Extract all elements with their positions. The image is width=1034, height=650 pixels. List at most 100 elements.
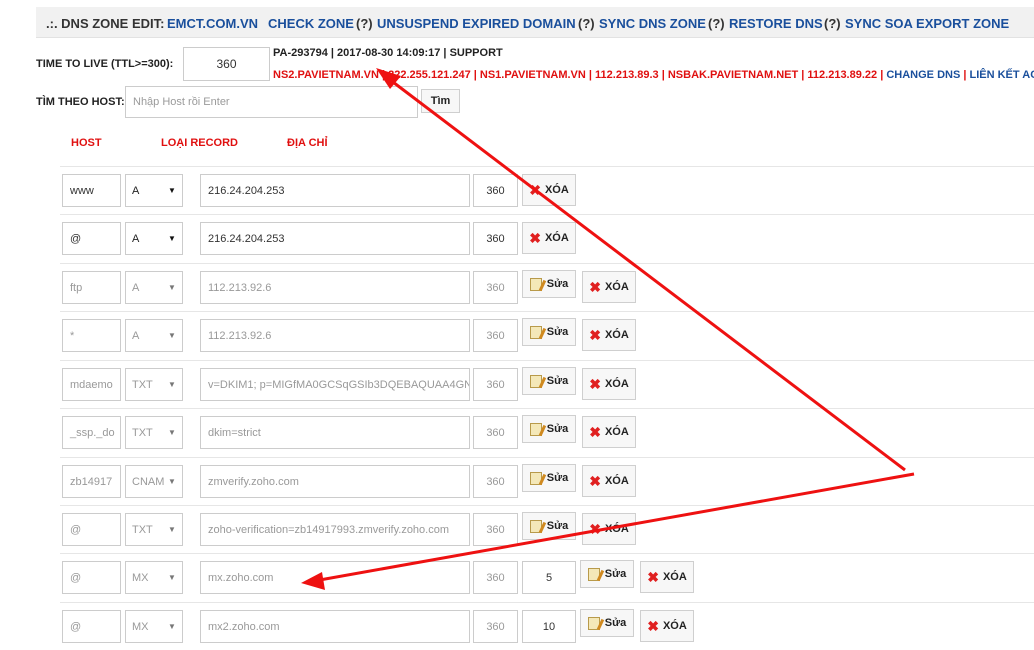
restore-dns-help[interactable]: (?)	[824, 16, 841, 31]
edit-button-label: Sửa	[547, 375, 568, 387]
record-host-input[interactable]: @	[62, 610, 121, 643]
record-ttl-input[interactable]: 360	[473, 610, 518, 643]
delete-record-button[interactable]: ✖ XÓA	[582, 368, 636, 400]
record-priority-input[interactable]: 5	[522, 561, 576, 594]
edit-record-button[interactable]: Sửa	[522, 464, 576, 492]
record-type-select[interactable]: TXT▼	[125, 368, 183, 401]
edit-record-button[interactable]: Sửa	[580, 609, 634, 637]
record-ttl-input[interactable]: 360	[473, 319, 518, 352]
edit-record-button[interactable]: Sửa	[522, 270, 576, 298]
record-priority-input[interactable]: 10	[522, 610, 576, 643]
close-x-icon: ✖	[589, 377, 601, 391]
record-host-input[interactable]: ftp	[62, 271, 121, 304]
record-address-input[interactable]: mx2.zoho.com	[200, 610, 470, 643]
record-type-value: MX	[132, 621, 168, 633]
dropdown-arrow-icon: ▼	[168, 380, 182, 389]
record-ttl-input[interactable]: 360	[473, 561, 518, 594]
link-account-link[interactable]: LIÊN KẾT ACC	[970, 69, 1034, 81]
record-host-input[interactable]: www	[62, 174, 121, 207]
search-button[interactable]: Tìm	[421, 89, 460, 113]
record-ttl-input[interactable]: 360	[473, 368, 518, 401]
sync-dns-zone-help[interactable]: (?)	[708, 16, 725, 31]
unsuspend-expired-domain-link[interactable]: UNSUSPEND EXPIRED DOMAIN	[377, 16, 576, 31]
record-address-input[interactable]: 112.213.92.6	[200, 319, 470, 352]
delete-button-label: XÓA	[545, 184, 569, 196]
record-address-input[interactable]: mx.zoho.com	[200, 561, 470, 594]
record-host-input[interactable]: _ssp._do	[62, 416, 121, 449]
column-header-record-type: LOẠI RECORD	[161, 137, 238, 149]
record-type-select[interactable]: A▼	[125, 319, 183, 352]
column-header-address: ĐỊA CHỈ	[287, 137, 328, 149]
sync-soa-export-zone-link[interactable]: SYNC SOA EXPORT ZONE	[845, 16, 1009, 31]
change-dns-link[interactable]: CHANGE DNS	[886, 69, 960, 81]
restore-dns-link[interactable]: RESTORE DNS	[729, 16, 823, 31]
record-address-input[interactable]: 112.213.92.6	[200, 271, 470, 304]
record-ttl-input[interactable]: 360	[473, 465, 518, 498]
domain-link[interactable]: EMCT.COM.VN	[167, 16, 258, 31]
delete-record-button[interactable]: ✖ XÓA	[522, 174, 576, 206]
edit-button-label: Sửa	[605, 617, 626, 629]
record-type-select[interactable]: CNAM▼	[125, 465, 183, 498]
dns-record-row: mdaemoTXT▼ v=DKIM1; p=MIGfMA0GCSqGSIb3DQE…	[60, 360, 1034, 408]
record-type-select[interactable]: TXT▼	[125, 513, 183, 546]
edit-record-button[interactable]: Sửa	[522, 367, 576, 395]
delete-record-button[interactable]: ✖XÓA	[582, 465, 636, 497]
record-address-input[interactable]: dkim=strict	[200, 416, 470, 449]
record-type-select[interactable]: TXT▼	[125, 416, 183, 449]
record-address-input[interactable]: zmverify.zoho.com	[200, 465, 470, 498]
delete-button-label: XÓA	[605, 378, 629, 390]
record-ttl-input[interactable]: 360	[473, 416, 518, 449]
record-address-input[interactable]: 216.24.204.253	[200, 222, 470, 255]
edit-record-button[interactable]: Sửa	[522, 512, 576, 540]
record-host-input[interactable]: @	[62, 222, 121, 255]
record-ttl-input[interactable]: 360	[473, 222, 518, 255]
record-host-input[interactable]: mdaemo	[62, 368, 121, 401]
record-type-value: A	[132, 185, 168, 197]
edit-note-icon	[530, 326, 542, 339]
delete-button-label: XÓA	[605, 281, 629, 293]
record-type-select[interactable]: MX▼	[125, 561, 183, 594]
ttl-input[interactable]: 360	[183, 47, 270, 81]
edit-record-button[interactable]: Sửa	[522, 318, 576, 346]
record-host-input[interactable]: @	[62, 513, 121, 546]
record-address-input[interactable]: zoho-verification=zb14917993.zmverify.zo…	[200, 513, 470, 546]
edit-record-button[interactable]: Sửa	[522, 415, 576, 443]
edit-record-button[interactable]: Sửa	[580, 560, 634, 588]
unsuspend-help[interactable]: (?)	[578, 16, 595, 31]
sync-dns-zone-link[interactable]: SYNC DNS ZONE	[599, 16, 706, 31]
record-host-input[interactable]: zb14917	[62, 465, 121, 498]
record-host-input[interactable]: @	[62, 561, 121, 594]
check-zone-link[interactable]: CHECK ZONE	[268, 16, 354, 31]
host-search-input[interactable]: Nhập Host rồi Enter	[125, 86, 418, 118]
record-type-select[interactable]: A▼	[125, 174, 183, 207]
close-x-icon: ✖	[589, 425, 601, 439]
delete-record-button[interactable]: ✖XÓA	[640, 561, 694, 593]
record-address-input[interactable]: 216.24.204.253	[200, 174, 470, 207]
record-ttl-input[interactable]: 360	[473, 174, 518, 207]
delete-record-button[interactable]: ✖XÓA	[582, 513, 636, 545]
delete-record-button[interactable]: ✖ XÓA	[582, 416, 636, 448]
close-x-icon: ✖	[589, 280, 601, 294]
support-info: PA-293794 | 2017-08-30 14:09:17 | SUPPOR…	[273, 47, 503, 59]
dropdown-arrow-icon: ▼	[168, 283, 182, 292]
dropdown-arrow-icon: ▼	[168, 622, 182, 631]
record-host-input[interactable]: *	[62, 319, 121, 352]
delete-record-button[interactable]: ✖ XÓA	[582, 271, 636, 303]
record-ttl-input[interactable]: 360	[473, 271, 518, 304]
close-x-icon: ✖	[589, 522, 601, 536]
record-type-select[interactable]: A▼	[125, 271, 183, 304]
record-address-input[interactable]: v=DKIM1; p=MIGfMA0GCSqGSIb3DQEBAQUAA4GN	[200, 368, 470, 401]
edit-button-label: Sửa	[547, 423, 568, 435]
dns-record-row: *A▼ 112.213.92.6360Sửa✖XÓA	[60, 311, 1034, 359]
delete-record-button[interactable]: ✖XÓA	[522, 222, 576, 254]
delete-record-button[interactable]: ✖XÓA	[640, 610, 694, 642]
record-type-select[interactable]: A▼	[125, 222, 183, 255]
delete-record-button[interactable]: ✖XÓA	[582, 319, 636, 351]
delete-button-label: XÓA	[605, 426, 629, 438]
close-x-icon: ✖	[529, 183, 541, 197]
record-type-select[interactable]: MX▼	[125, 610, 183, 643]
dropdown-arrow-icon: ▼	[168, 186, 182, 195]
check-zone-help[interactable]: (?)	[356, 16, 373, 31]
record-ttl-input[interactable]: 360	[473, 513, 518, 546]
delete-button-label: XÓA	[663, 620, 687, 632]
